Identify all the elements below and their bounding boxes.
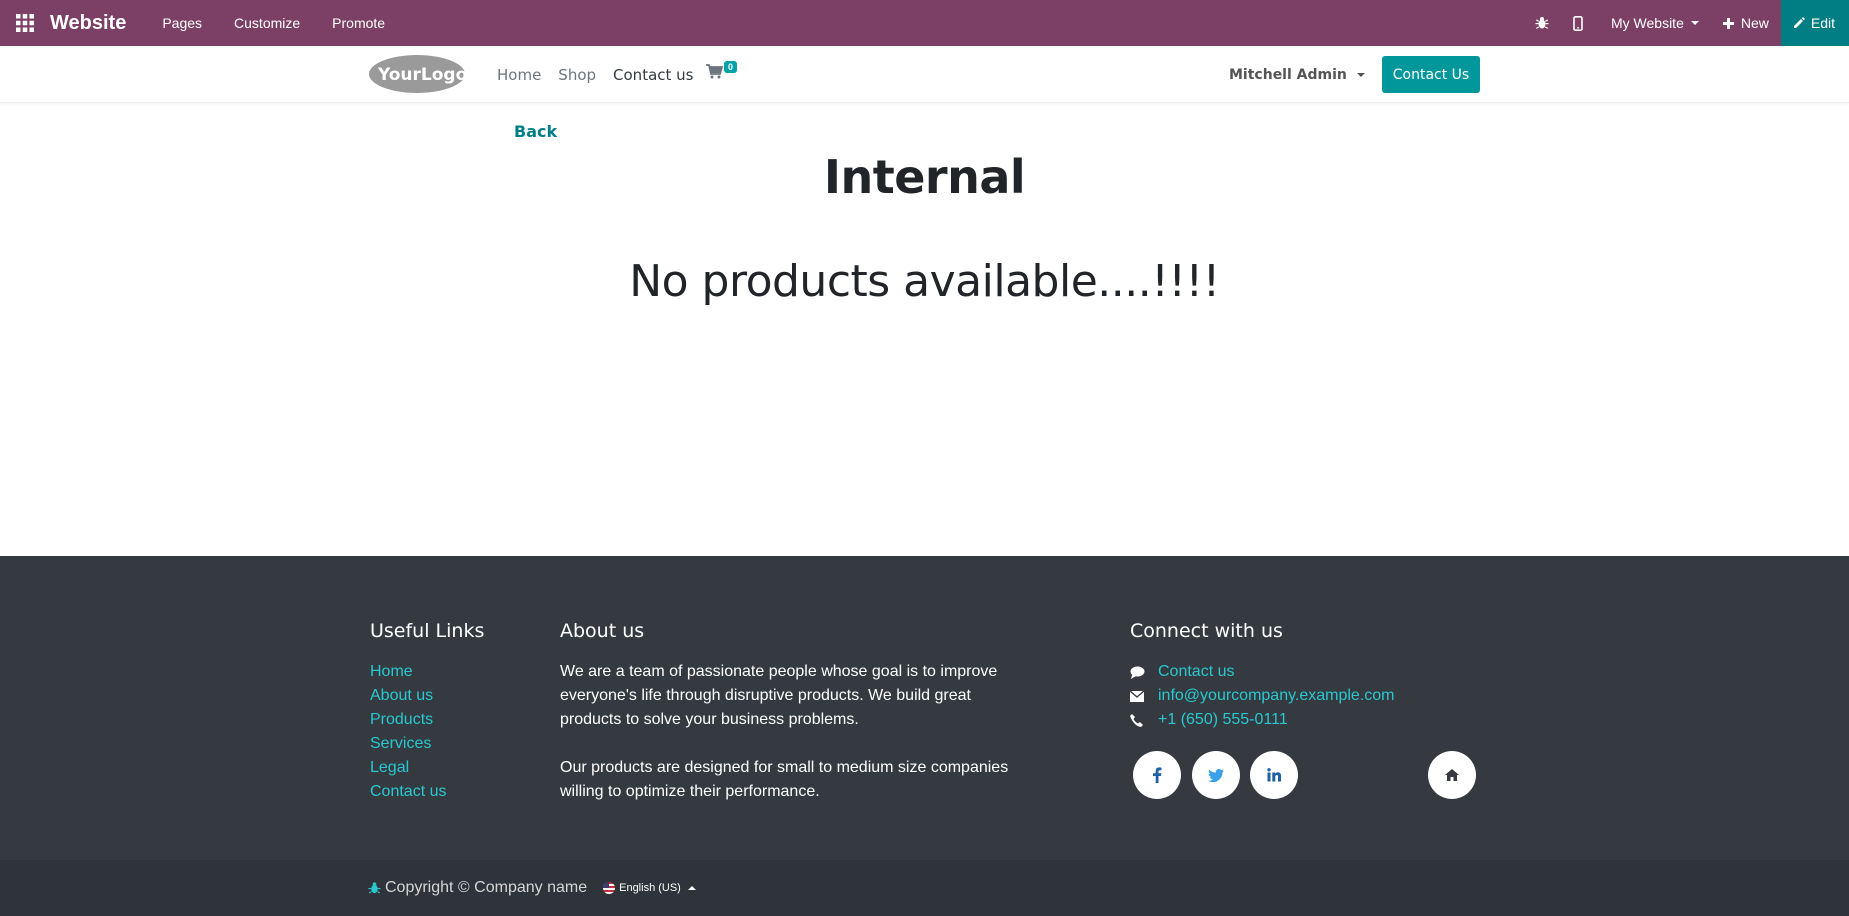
language-selector[interactable]: English (US) — [603, 882, 696, 894]
menu-customize[interactable]: Customize — [234, 15, 300, 31]
envelope-icon — [1130, 690, 1158, 702]
connect-phone-link[interactable]: +1 (650) 555-0111 — [1158, 708, 1288, 732]
admin-topbar: Website Pages Customize Promote My Websi… — [0, 0, 1849, 46]
menu-pages[interactable]: Pages — [162, 15, 202, 31]
app-brand[interactable]: Website — [50, 12, 126, 35]
user-name: Mitchell Admin — [1229, 66, 1347, 83]
copyright-text: Copyright © Company name — [385, 879, 588, 896]
chevron-down-icon — [1690, 21, 1699, 25]
cart-link[interactable]: 0 — [706, 61, 746, 88]
linkedin-icon[interactable] — [1250, 751, 1298, 799]
empty-products-message: No products available....!!!! — [629, 256, 1220, 307]
website-switcher-label: My Website — [1610, 15, 1684, 31]
connect-contact-link[interactable]: Contact us — [1158, 660, 1234, 684]
mobile-preview-icon[interactable] — [1561, 15, 1595, 31]
plus-icon — [1722, 17, 1734, 29]
shopping-cart-icon — [706, 64, 724, 79]
pencil-icon — [1793, 17, 1805, 28]
back-link[interactable]: Back — [514, 122, 557, 141]
footer-connect: Connect with us Contact us info@yourcomp… — [1130, 620, 1395, 732]
menu-promote[interactable]: Promote — [332, 15, 385, 31]
footer-link-products[interactable]: Products — [370, 708, 484, 732]
footer-link-about[interactable]: About us — [370, 684, 484, 708]
language-label: English (US) — [619, 882, 681, 894]
phone-icon — [1130, 713, 1158, 727]
nav-contact-us[interactable]: Contact us — [613, 66, 693, 84]
new-button[interactable]: New — [1722, 15, 1769, 31]
about-text-2: Our products are designed for small to m… — [560, 759, 1009, 800]
about-text-1: We are a team of passionate people whose… — [560, 663, 998, 728]
bug-icon — [368, 882, 381, 894]
user-menu[interactable]: Mitchell Admin — [1229, 46, 1365, 103]
footer-link-contact[interactable]: Contact us — [370, 780, 484, 804]
edit-button[interactable]: Edit — [1780, 0, 1849, 46]
nav-shop[interactable]: Shop — [558, 66, 596, 84]
logo-text: YourLogo — [377, 65, 466, 85]
footer-link-legal[interactable]: Legal — [370, 756, 484, 780]
copyright-bar: Copyright © Company name English (US) — [0, 860, 1849, 916]
us-flag-icon — [603, 882, 616, 894]
nav-home[interactable]: Home — [497, 66, 541, 84]
footer-link-services[interactable]: Services — [370, 732, 484, 756]
apps-menu-icon[interactable] — [0, 0, 50, 46]
footer: Useful Links Home About us Products Serv… — [0, 556, 1849, 860]
footer-about: About us We are a team of passionate peo… — [560, 620, 1010, 804]
site-header: YourLogo Home Shop Contact us 0 Mitchell… — [0, 46, 1849, 103]
chevron-up-icon — [687, 886, 696, 890]
facebook-icon[interactable] — [1133, 751, 1181, 799]
chevron-down-icon — [1356, 72, 1365, 77]
edit-button-label: Edit — [1810, 15, 1835, 31]
footer-useful-links: Useful Links Home About us Products Serv… — [370, 620, 484, 804]
main-nav: Home Shop Contact us — [497, 46, 710, 103]
page-title: Internal — [823, 150, 1026, 204]
connect-heading: Connect with us — [1130, 620, 1283, 642]
connect-email-link[interactable]: info@yourcompany.example.com — [1158, 684, 1395, 708]
twitter-icon[interactable] — [1192, 751, 1240, 799]
useful-links-heading: Useful Links — [370, 620, 485, 642]
contact-us-button[interactable]: Contact Us — [1382, 56, 1480, 93]
comment-icon — [1130, 666, 1158, 679]
website-switcher[interactable]: My Website — [1611, 15, 1699, 31]
new-button-label: New — [1740, 15, 1769, 31]
site-logo[interactable]: YourLogo — [368, 54, 467, 94]
home-icon[interactable] — [1428, 751, 1476, 799]
debug-bug-icon[interactable] — [1525, 16, 1559, 30]
footer-link-home[interactable]: Home — [370, 660, 484, 684]
cart-count-badge: 0 — [724, 61, 738, 73]
about-heading: About us — [560, 620, 645, 642]
